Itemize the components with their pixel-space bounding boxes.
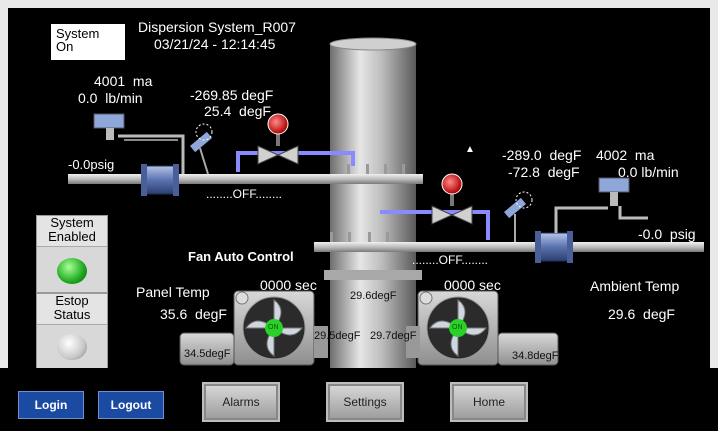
upper-pipe: [68, 174, 423, 184]
motor-right-temp: 34.8degF: [512, 350, 559, 362]
system-enabled-lamp: [57, 258, 87, 284]
left-current: 4001 ma: [94, 73, 153, 89]
system-status-box: System On: [51, 24, 125, 60]
right-temp-1: -289.0 degF: [502, 147, 582, 163]
panel-temp-label: Panel Temp: [136, 284, 210, 300]
system-enabled-label-line1: System: [50, 215, 94, 230]
tower-temp-left: 29.5degF: [314, 330, 361, 342]
estop-status-label: Estop Status: [37, 294, 107, 325]
ambient-temp-label: Ambient Temp: [590, 278, 680, 294]
mouse-cursor-icon: ▲: [465, 144, 475, 155]
fan-auto-control-label: Fan Auto Control: [188, 249, 294, 264]
process-graphic: [68, 37, 704, 368]
tower-temp-top: 29.6degF: [350, 290, 397, 302]
panel-temp-value: 35.6 degF: [160, 306, 227, 322]
page-title: Dispersion System_R007: [138, 19, 296, 35]
left-flow: 0.0 lb/min: [78, 90, 143, 106]
fan-right-timer: 0000 sec: [444, 277, 501, 293]
right-pressure: -0.0 psig: [638, 226, 696, 242]
tower-temp-right: 29.7degF: [370, 330, 417, 342]
valve-upper: [257, 113, 299, 165]
home-button[interactable]: Home: [450, 382, 528, 422]
right-temp-2: -72.8 degF: [508, 164, 580, 180]
ambient-temp-value: 29.6 degF: [608, 306, 675, 322]
dispersion-tower: [324, 37, 422, 368]
hmi-screen: System On Dispersion System_R007 03/21/2…: [8, 8, 710, 368]
estop-status-label-line1: Estop: [55, 293, 89, 308]
right-flow: 0.0 lb/min: [618, 164, 679, 180]
settings-button[interactable]: Settings: [326, 382, 404, 422]
fan-right-status-badge: ON: [452, 324, 463, 331]
system-enabled-panel: System Enabled: [36, 215, 108, 293]
motor-left-temp: 34.5degF: [184, 348, 231, 360]
logout-button[interactable]: Logout: [98, 391, 164, 419]
upper-line-status: ........OFF........: [206, 187, 283, 201]
right-current: 4002 ma: [596, 147, 655, 163]
estop-status-panel: Estop Status: [36, 293, 108, 368]
system-enabled-label-line2: Enabled: [48, 229, 96, 244]
left-pressure: -0.0psig: [68, 157, 115, 172]
system-status-line2: On: [56, 39, 74, 54]
fan-left-timer: 0000 sec: [260, 277, 317, 293]
fan-left-status-badge: ON: [268, 324, 279, 331]
left-temp-1: -269.85 degF: [190, 87, 274, 103]
lower-line-status: ........OFF........: [412, 253, 489, 267]
estop-status-label-line2: Status: [53, 307, 91, 322]
bottom-nav-bar: Login Logout Alarms Settings Home: [0, 368, 718, 431]
datetime: 03/21/24 - 12:14:45: [154, 36, 276, 52]
system-enabled-label: System Enabled: [37, 216, 107, 247]
lower-pipe: [314, 242, 704, 252]
alarms-button[interactable]: Alarms: [202, 382, 280, 422]
valve-lower: [431, 173, 473, 225]
left-temp-2: 25.4 degF: [204, 103, 271, 119]
temp-sensor-left: [190, 123, 213, 175]
estop-status-lamp: [57, 334, 87, 360]
temp-sensor-right: [504, 191, 533, 242]
login-button[interactable]: Login: [18, 391, 84, 419]
